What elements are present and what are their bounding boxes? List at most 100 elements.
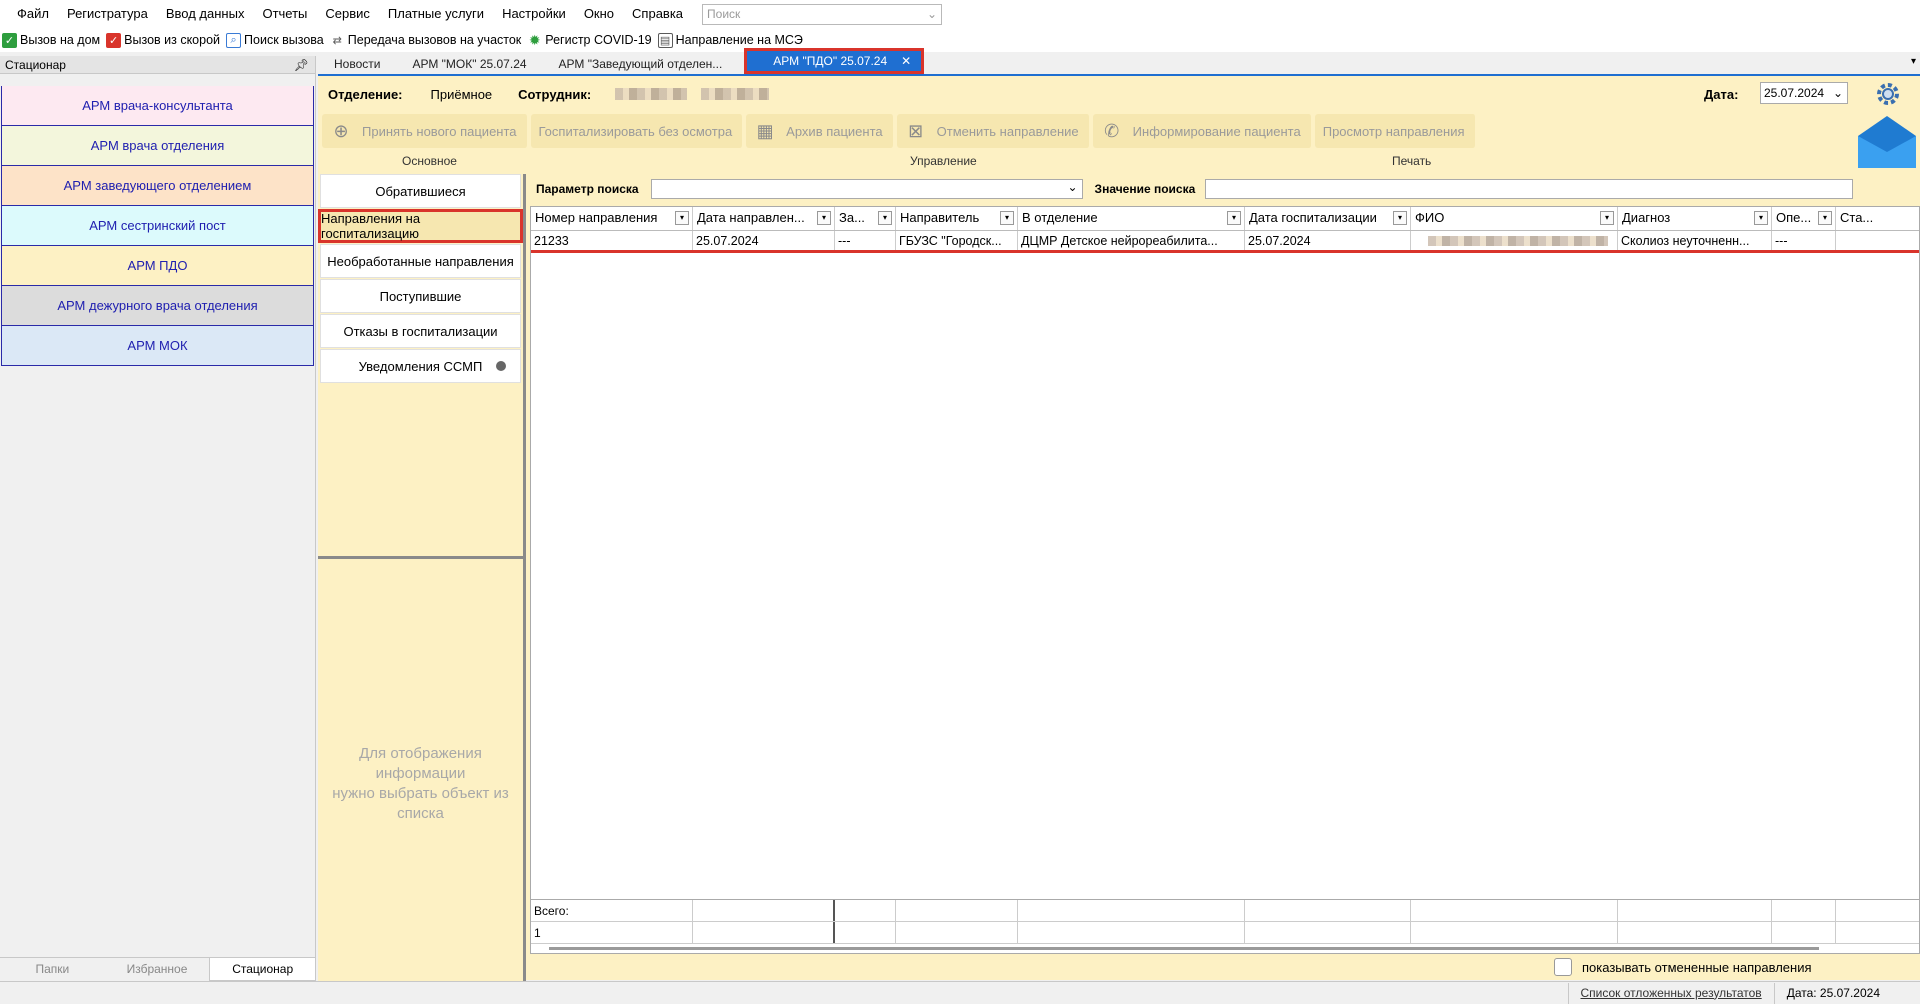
nav-unprocessed-referrals[interactable]: Необработанные направления xyxy=(320,244,521,278)
tab-news[interactable]: Новости xyxy=(318,54,396,74)
patient-archive-button[interactable]: ▦ Архив пациента xyxy=(746,114,894,148)
scrollbar-thumb[interactable] xyxy=(549,947,1819,950)
covid-register-button[interactable]: ✹ Регистр COVID-19 xyxy=(527,32,657,48)
menu-service[interactable]: Сервис xyxy=(316,0,379,28)
column-header[interactable]: Дата направлен... ▾ xyxy=(693,207,835,230)
column-header[interactable]: Ста... xyxy=(1836,207,1919,230)
table-row[interactable]: 21233 25.07.2024 --- ГБУЗС "Городск... Д… xyxy=(531,231,1919,253)
phone-add-icon: ✆ xyxy=(1104,120,1120,141)
ambulance-call-button[interactable]: ✓ Вызов из скорой xyxy=(106,32,226,48)
filter-icon[interactable]: ▾ xyxy=(1393,211,1407,225)
menu-registry[interactable]: Регистратура xyxy=(58,0,157,28)
column-header[interactable]: В отделение ▾ xyxy=(1018,207,1245,230)
filter-icon[interactable]: ▾ xyxy=(1000,211,1014,225)
filter-icon[interactable]: ▾ xyxy=(817,211,831,225)
tab-arm-pdo-label: АРМ "ПДО" 25.07.24 xyxy=(773,54,888,68)
arm-consultant[interactable]: АРМ врача-консультанта xyxy=(1,86,314,126)
column-header-label: Дата госпитализации xyxy=(1249,210,1377,225)
date-picker[interactable]: 25.07.2024 ⌄ xyxy=(1760,82,1848,104)
column-header[interactable]: За... ▾ xyxy=(835,207,896,230)
view-referral-button[interactable]: Просмотр направления xyxy=(1314,114,1476,148)
search-param-label: Параметр поиска xyxy=(536,182,639,196)
accept-new-patient-button[interactable]: ⊕ Принять нового пациента xyxy=(322,114,528,148)
mse-referral-button[interactable]: ▤ Направление на МСЭ xyxy=(657,32,809,48)
footer-cell xyxy=(1411,900,1618,921)
nav-admitted[interactable]: Поступившие xyxy=(320,279,521,313)
menu-paid-services[interactable]: Платные услуги xyxy=(379,0,493,28)
arm-head-of-department[interactable]: АРМ заведующего отделением xyxy=(1,166,314,206)
cancel-referral-button[interactable]: ⊠ Отменить направление xyxy=(896,114,1090,148)
arm-duty-doctor[interactable]: АРМ дежурного врача отделения xyxy=(1,286,314,326)
column-header[interactable]: ФИО ▾ xyxy=(1411,207,1618,230)
search-value-input[interactable] xyxy=(1205,179,1854,199)
tab-arm-pdo[interactable]: АРМ "ПДО" 25.07.24 ✕ xyxy=(744,48,925,74)
gear-icon[interactable] xyxy=(1874,80,1902,108)
tab-arm-head[interactable]: АРМ "Заведующий отделен... xyxy=(543,54,739,74)
menu-reports[interactable]: Отчеты xyxy=(253,0,316,28)
column-header[interactable]: Дата госпитализации ▾ xyxy=(1245,207,1411,230)
tab-hospital[interactable]: Стационар xyxy=(209,958,317,981)
filter-icon[interactable]: ▾ xyxy=(878,211,892,225)
group-print-label: Печать xyxy=(1392,154,1432,168)
filter-icon[interactable]: ▾ xyxy=(1754,211,1768,225)
inform-patient-button[interactable]: ✆ Информирование пациента xyxy=(1092,114,1312,148)
nav-applied[interactable]: Обратившиеся xyxy=(320,174,521,208)
cell-za: --- xyxy=(835,231,896,250)
tab-arm-mok[interactable]: АРМ "МОК" 25.07.24 xyxy=(396,54,542,74)
column-header[interactable]: Направитель ▾ xyxy=(896,207,1018,230)
cell-fio xyxy=(1411,231,1618,250)
filter-icon[interactable]: ▾ xyxy=(1600,211,1614,225)
footer-cell xyxy=(1772,922,1836,943)
cell-operation: --- xyxy=(1772,231,1836,250)
home-call-button[interactable]: ✓ Вызов на дом xyxy=(2,32,106,48)
filter-icon[interactable]: ▾ xyxy=(1227,211,1241,225)
menu-data-entry[interactable]: Ввод данных xyxy=(157,0,254,28)
employee-name-redacted-2 xyxy=(701,88,770,100)
table-footer: Всего: 1 xyxy=(530,900,1920,944)
close-icon[interactable]: ✕ xyxy=(901,54,911,68)
notification-dot-icon xyxy=(496,361,506,371)
nav-hospitalization-refusals[interactable]: Отказы в госпитализации xyxy=(320,314,521,348)
arm-nurse-post[interactable]: АРМ сестринский пост xyxy=(1,206,314,246)
document-tabs: Новости АРМ "МОК" 25.07.24 АРМ "Заведующ… xyxy=(318,48,1920,74)
tab-folders[interactable]: Папки xyxy=(0,958,105,981)
column-header-label: Опе... xyxy=(1776,210,1812,225)
cell-referral-number: 21233 xyxy=(531,231,693,250)
chevron-down-icon[interactable]: ⌄ xyxy=(927,7,937,21)
table-header: Номер направления ▾ Дата направлен... ▾ За… xyxy=(531,207,1919,231)
splitter[interactable] xyxy=(318,556,523,559)
arm-mok[interactable]: АРМ МОК xyxy=(1,326,314,366)
cell-status xyxy=(1836,231,1919,250)
column-header[interactable]: Диагноз ▾ xyxy=(1618,207,1772,230)
filter-icon[interactable]: ▾ xyxy=(675,211,689,225)
pin-icon[interactable]: 📌︎ xyxy=(294,56,309,73)
horizontal-scrollbar[interactable] xyxy=(530,944,1920,954)
arm-pdo[interactable]: АРМ ПДО xyxy=(1,246,314,286)
search-call-button[interactable]: ⌕ Поиск вызова xyxy=(226,32,330,48)
global-search-input[interactable]: Поиск ⌄ xyxy=(702,3,943,25)
menu-file[interactable]: Файл xyxy=(8,0,58,28)
search-placeholder: Поиск xyxy=(707,7,741,21)
arm-department-doctor[interactable]: АРМ врача отделения xyxy=(1,126,314,166)
search-param-select[interactable]: ⌄ xyxy=(650,179,1083,199)
show-cancelled-checkbox[interactable] xyxy=(1554,958,1572,976)
menu-window[interactable]: Окно xyxy=(575,0,623,28)
hospitalize-without-exam-button[interactable]: Госпитализировать без осмотра xyxy=(530,114,744,148)
column-header[interactable]: Опе... ▾ xyxy=(1772,207,1836,230)
chevron-down-icon[interactable]: ⌄ xyxy=(1833,83,1843,103)
tab-favorites[interactable]: Избранное xyxy=(105,958,210,981)
transfer-calls-button[interactable]: ⇄ Передача вызовов на участок xyxy=(329,32,528,48)
show-cancelled-toggle[interactable]: показывать отмененные направления xyxy=(1554,958,1812,976)
group-main-label: Основное xyxy=(402,154,457,168)
column-header[interactable]: Номер направления ▾ xyxy=(531,207,693,230)
menu-settings[interactable]: Настройки xyxy=(493,0,575,28)
menu-help[interactable]: Справка xyxy=(623,0,692,28)
tabs-dropdown-icon[interactable]: ▾ xyxy=(1911,56,1916,67)
chevron-down-icon[interactable]: ⌄ xyxy=(1067,180,1077,194)
nav-hospitalization-referrals[interactable]: Направления на госпитализацию xyxy=(318,209,523,243)
filter-icon[interactable]: ▾ xyxy=(1818,211,1832,225)
ambulance-call-label: Вызов из скорой xyxy=(124,33,221,47)
deferred-results-link[interactable]: Список отложенных результатов xyxy=(1567,982,1774,1004)
left-panel-header: Стационар 📌︎ xyxy=(0,56,315,74)
nav-ssmp-notifications[interactable]: Уведомления ССМП xyxy=(320,349,521,383)
